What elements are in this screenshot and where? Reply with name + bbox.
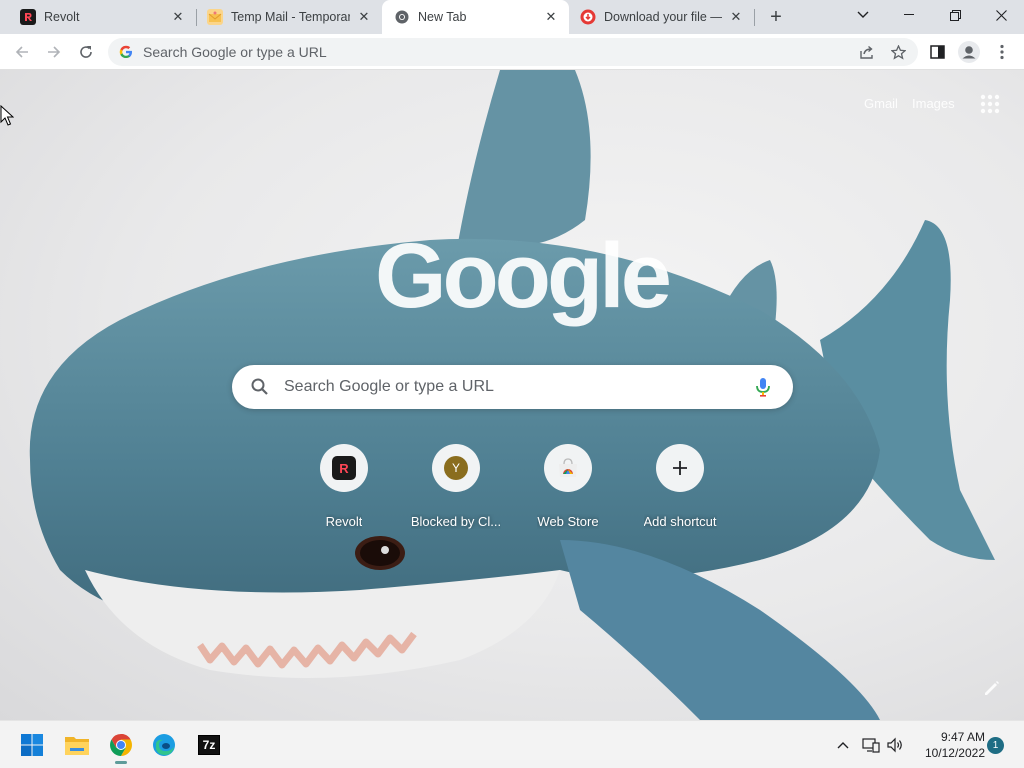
tab-revolt[interactable]: Revolt ✕	[0, 0, 196, 34]
revolt-icon	[20, 9, 36, 25]
tab-title: Download your file —	[604, 10, 722, 24]
close-icon[interactable]: ✕	[170, 9, 186, 25]
shortcut-tile	[656, 444, 704, 492]
search-icon	[251, 378, 268, 395]
tab-search-chevron-icon[interactable]	[840, 0, 886, 30]
mouse-cursor-icon	[0, 105, 14, 126]
browser-toolbar: Search Google or type a URL	[0, 34, 1024, 70]
shortcut-blocked[interactable]: Y Blocked by Cl...	[400, 442, 512, 554]
new-tab-page: Gmail Images Google Search Google or typ…	[0, 70, 1024, 720]
google-apps-grid-icon[interactable]	[978, 92, 1002, 116]
download-site-icon	[580, 9, 596, 25]
revolt-icon: R	[332, 456, 356, 480]
address-bar[interactable]: Search Google or type a URL	[108, 38, 918, 66]
bookmark-star-icon[interactable]	[886, 40, 910, 64]
folder-icon[interactable]	[61, 729, 93, 761]
voice-search-icon[interactable]	[751, 375, 775, 399]
side-panel-icon[interactable]	[924, 39, 950, 65]
back-button[interactable]	[8, 38, 36, 66]
profile-avatar-icon[interactable]	[956, 39, 982, 65]
google-g-icon	[119, 45, 132, 58]
chrome-menu-icon[interactable]	[989, 39, 1015, 65]
clock-time: 9:47 AM	[940, 730, 985, 744]
temp-mail-icon	[207, 9, 223, 25]
close-icon[interactable]: ✕	[356, 9, 372, 25]
gmail-link[interactable]: Gmail	[864, 96, 898, 111]
taskbar: 7z 9:47 AM 10/12/2022 1	[0, 720, 1024, 768]
share-icon[interactable]	[854, 40, 878, 64]
shortcut-web-store[interactable]: Web Store	[512, 442, 624, 554]
shortcut-tile: Y	[432, 444, 480, 492]
forward-button[interactable]	[40, 38, 68, 66]
minimize-button[interactable]	[886, 0, 932, 30]
reload-button[interactable]	[72, 38, 100, 66]
shortcut-add[interactable]: Add shortcut	[624, 442, 736, 554]
close-icon[interactable]: ✕	[728, 9, 744, 25]
windows-start-icon[interactable]	[16, 729, 48, 761]
close-icon[interactable]: ✕	[543, 9, 559, 25]
volume-icon[interactable]	[884, 734, 906, 756]
screen: Revolt ✕ Temp Mail - Temporary ✕ New Tab…	[0, 0, 1024, 768]
shortcut-label: Blocked by Cl...	[410, 514, 502, 529]
clock-date: 10/12/2022	[924, 746, 985, 760]
chevron-up-icon[interactable]	[832, 734, 854, 756]
tab-strip: Revolt ✕ Temp Mail - Temporary ✕ New Tab…	[0, 0, 1024, 34]
customize-pencil-icon[interactable]	[982, 678, 1002, 698]
seven-zip-label: 7z	[198, 735, 220, 755]
seven-zip-icon[interactable]: 7z	[193, 729, 225, 761]
system-clock[interactable]: 9:47 AM 10/12/2022	[905, 729, 985, 761]
close-window-button[interactable]	[978, 0, 1024, 30]
edge-icon[interactable]	[148, 729, 180, 761]
shortcut-label: Add shortcut	[643, 514, 717, 529]
shortcut-label: Web Store	[537, 514, 599, 529]
ntp-search-box[interactable]: Search Google or type a URL	[232, 365, 793, 409]
address-placeholder: Search Google or type a URL	[143, 44, 327, 60]
images-link[interactable]: Images	[912, 96, 955, 111]
tab-title: Revolt	[44, 10, 80, 24]
tab-title: New Tab	[418, 10, 467, 24]
shortcut-tile: R	[320, 444, 368, 492]
plus-icon	[673, 461, 687, 475]
tab-title: Temp Mail - Temporary	[231, 10, 350, 24]
google-logo: Google	[375, 225, 672, 327]
new-tab-button[interactable]: +	[763, 4, 789, 30]
search-placeholder: Search Google or type a URL	[284, 378, 494, 395]
shortcut-tile	[544, 444, 592, 492]
chrome-icon[interactable]	[105, 729, 137, 764]
tab-temp-mail[interactable]: Temp Mail - Temporary ✕	[197, 0, 382, 34]
letter-avatar-icon: Y	[444, 456, 468, 480]
tab-download[interactable]: Download your file — ✕	[569, 0, 754, 34]
notification-badge[interactable]: 1	[987, 737, 1004, 754]
chrome-icon	[394, 9, 410, 25]
shortcut-revolt[interactable]: R Revolt	[288, 442, 400, 554]
restore-button[interactable]	[932, 0, 978, 30]
network-icon[interactable]	[860, 734, 882, 756]
tab-separator	[754, 9, 755, 26]
tab-new-tab[interactable]: New Tab ✕	[382, 0, 569, 34]
shortcut-label: Revolt	[325, 514, 363, 529]
web-store-icon	[559, 458, 577, 477]
